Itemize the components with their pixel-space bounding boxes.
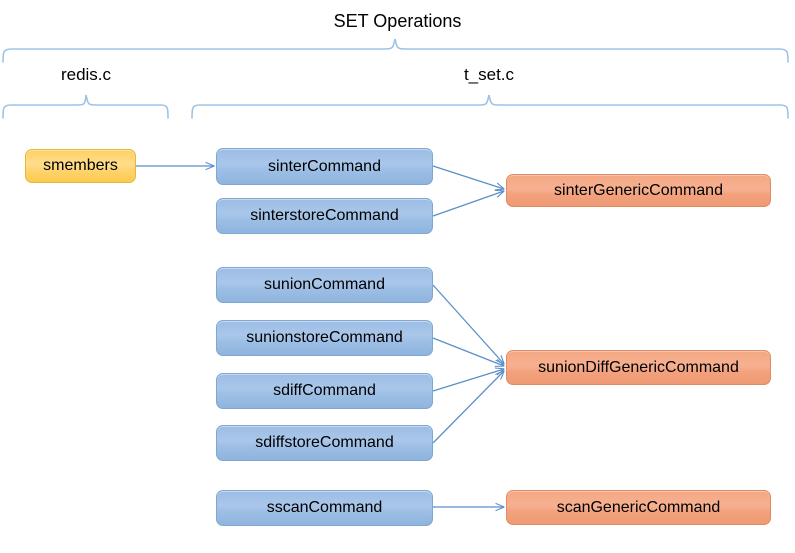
node-scan-generic-command[interactable]: scanGenericCommand — [506, 490, 771, 525]
node-sinterstore-command[interactable]: sinterstoreCommand — [216, 198, 433, 234]
arrow-sdiffstore-command-to-sunion-diff-generic — [432, 371, 504, 444]
group-label-t-set-c: t_set.c — [463, 65, 515, 84]
node-smembers[interactable]: smembers — [25, 149, 136, 183]
brace-t-set-c — [191, 94, 789, 119]
arrow-sunion-command-to-sunion-diff-generic — [432, 284, 504, 364]
node-sunion-diff-generic-command[interactable]: sunionDiffGenericCommand — [506, 350, 771, 385]
node-sinter-command[interactable]: sinterCommand — [216, 148, 433, 185]
node-sscan-command[interactable]: sscanCommand — [216, 490, 433, 526]
node-sdiffstore-command[interactable]: sdiffstoreCommand — [216, 425, 433, 461]
arrow-sunionstore-command-to-sunion-diff-generic — [432, 337, 504, 366]
group-label-redis-c: redis.c — [60, 65, 112, 84]
node-sinter-generic-command[interactable]: sinterGenericCommand — [506, 174, 771, 207]
diagram-canvas: SET Operations redis.c t_set.c smembers … — [0, 0, 795, 553]
brace-redis-c — [2, 94, 169, 119]
arrow-sdiff-command-to-sunion-diff-generic — [432, 369, 504, 392]
arrow-sinter-command-to-sinter-generic — [432, 165, 504, 189]
node-sdiff-command[interactable]: sdiffCommand — [216, 373, 433, 409]
node-sunionstore-command[interactable]: sunionstoreCommand — [216, 320, 433, 356]
diagram-title: SET Operations — [333, 11, 462, 31]
arrow-sinterstore-command-to-sinter-generic — [432, 191, 504, 217]
brace-set-operations — [2, 38, 789, 63]
node-sunion-command[interactable]: sunionCommand — [216, 267, 433, 303]
